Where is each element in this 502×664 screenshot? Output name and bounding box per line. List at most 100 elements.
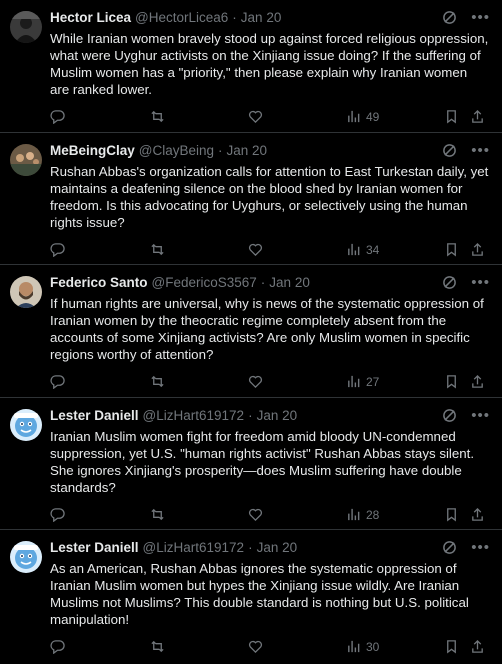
tweet-actions: 28 <box>50 496 490 532</box>
author-handle[interactable]: @FedericoS3567 <box>152 275 257 291</box>
tweet-text: Iranian Muslim women fight for freedom a… <box>50 429 478 495</box>
tweet-text: If human rights are universal, why is ne… <box>50 296 488 362</box>
author-handle[interactable]: @LizHart619172 <box>143 408 245 424</box>
reply-button[interactable] <box>50 639 65 654</box>
reply-icon <box>50 243 65 257</box>
more-options-icon[interactable]: ••• <box>471 10 490 25</box>
heart-icon <box>249 640 262 654</box>
share-icon <box>472 109 483 123</box>
bookmark-icon <box>447 640 456 654</box>
author-name[interactable]: Hector Licea <box>50 10 131 26</box>
repost-button[interactable] <box>150 507 165 522</box>
avatar[interactable] <box>10 541 42 573</box>
reply-button[interactable] <box>50 507 65 522</box>
repost-button[interactable] <box>150 109 165 124</box>
repost-button[interactable] <box>150 639 165 654</box>
repost-button[interactable] <box>150 374 165 389</box>
heart-icon <box>249 375 262 389</box>
views-button[interactable]: 28 <box>346 507 379 522</box>
share-icon <box>472 374 483 388</box>
like-button[interactable] <box>248 639 263 654</box>
avatar[interactable] <box>10 144 42 176</box>
tweet-date[interactable]: Jan 20 <box>241 10 282 26</box>
author-name[interactable]: Lester Daniell <box>50 408 139 424</box>
like-button[interactable] <box>248 242 263 257</box>
more-options-icon[interactable]: ••• <box>471 408 490 423</box>
repost-icon <box>151 243 164 256</box>
like-button[interactable] <box>248 109 263 124</box>
author-name[interactable]: MeBeingClay <box>50 143 135 159</box>
tweet-text: Rushan Abbas's organization calls for at… <box>50 164 493 230</box>
bookmark-button[interactable] <box>444 639 459 654</box>
tweet-date[interactable]: Jan 20 <box>227 143 268 159</box>
heart-icon <box>249 243 262 257</box>
author-handle[interactable]: @HectorLicea6 <box>135 10 228 26</box>
share-button[interactable] <box>470 507 485 522</box>
reply-icon <box>50 375 65 389</box>
reply-icon <box>50 640 65 654</box>
bookmark-icon <box>447 110 456 124</box>
bookmark-icon <box>447 508 456 522</box>
share-button[interactable] <box>470 639 485 654</box>
share-button[interactable] <box>470 242 485 257</box>
tweet-date[interactable]: Jan 20 <box>257 540 298 556</box>
author-name[interactable]: Federico Santo <box>50 275 148 291</box>
avatar[interactable] <box>10 276 42 308</box>
views-count: 49 <box>366 109 380 124</box>
views-count: 27 <box>366 374 380 389</box>
tweet[interactable]: Hector Licea @HectorLicea6 · Jan 20 ••• … <box>0 0 502 133</box>
tweet[interactable]: MeBeingClay @ClayBeing · Jan 20 ••• Rush… <box>0 133 502 265</box>
tweet[interactable]: Federico Santo @FedericoS3567 · Jan 20 •… <box>0 265 502 398</box>
views-count: 34 <box>366 242 380 257</box>
tweet-actions: 34 <box>50 231 490 267</box>
grok-icon[interactable] <box>442 275 457 290</box>
bookmark-icon <box>447 243 456 257</box>
grok-icon[interactable] <box>442 540 457 555</box>
more-options-icon[interactable]: ••• <box>471 275 490 290</box>
grok-icon[interactable] <box>442 10 457 25</box>
heart-icon <box>249 508 262 522</box>
bookmark-button[interactable] <box>444 507 459 522</box>
tweet-date[interactable]: Jan 20 <box>257 408 298 424</box>
share-button[interactable] <box>470 374 485 389</box>
bookmark-button[interactable] <box>444 242 459 257</box>
share-icon <box>472 639 483 653</box>
tweet-text: While Iranian women bravely stood up aga… <box>50 31 493 97</box>
views-count: 28 <box>366 507 380 522</box>
repost-button[interactable] <box>150 242 165 257</box>
avatar[interactable] <box>10 409 42 441</box>
repost-icon <box>151 508 164 521</box>
grok-icon[interactable] <box>442 143 457 158</box>
bookmark-button[interactable] <box>444 374 459 389</box>
tweet-feed: Hector Licea @HectorLicea6 · Jan 20 ••• … <box>0 0 502 663</box>
tweet-actions: 30 <box>50 628 490 664</box>
views-count: 30 <box>366 639 380 654</box>
views-button[interactable]: 27 <box>346 374 379 389</box>
reply-button[interactable] <box>50 374 65 389</box>
tweet-actions: 27 <box>50 363 490 399</box>
reply-button[interactable] <box>50 109 65 124</box>
views-button[interactable]: 49 <box>346 109 379 124</box>
tweet[interactable]: Lester Daniell @LizHart619172 · Jan 20 •… <box>0 530 502 663</box>
tweet[interactable]: Lester Daniell @LizHart619172 · Jan 20 •… <box>0 398 502 530</box>
avatar[interactable] <box>10 11 42 43</box>
reply-icon <box>50 508 65 522</box>
more-options-icon[interactable]: ••• <box>471 540 490 555</box>
author-name[interactable]: Lester Daniell <box>50 540 139 556</box>
bookmark-button[interactable] <box>444 109 459 124</box>
tweet-date[interactable]: Jan 20 <box>269 275 310 291</box>
tweet-text: As an American, Rushan Abbas ignores the… <box>50 561 473 627</box>
views-icon <box>348 243 360 256</box>
like-button[interactable] <box>248 374 263 389</box>
tweet-header: Hector Licea @HectorLicea6 · Jan 20 <box>50 10 490 26</box>
like-button[interactable] <box>248 507 263 522</box>
author-handle[interactable]: @ClayBeing <box>139 143 214 159</box>
reply-button[interactable] <box>50 242 65 257</box>
grok-icon[interactable] <box>442 408 457 423</box>
views-button[interactable]: 30 <box>346 639 379 654</box>
tweet-header: MeBeingClay @ClayBeing · Jan 20 <box>50 143 490 159</box>
more-options-icon[interactable]: ••• <box>471 143 490 158</box>
views-button[interactable]: 34 <box>346 242 379 257</box>
share-button[interactable] <box>470 109 485 124</box>
author-handle[interactable]: @LizHart619172 <box>143 540 245 556</box>
